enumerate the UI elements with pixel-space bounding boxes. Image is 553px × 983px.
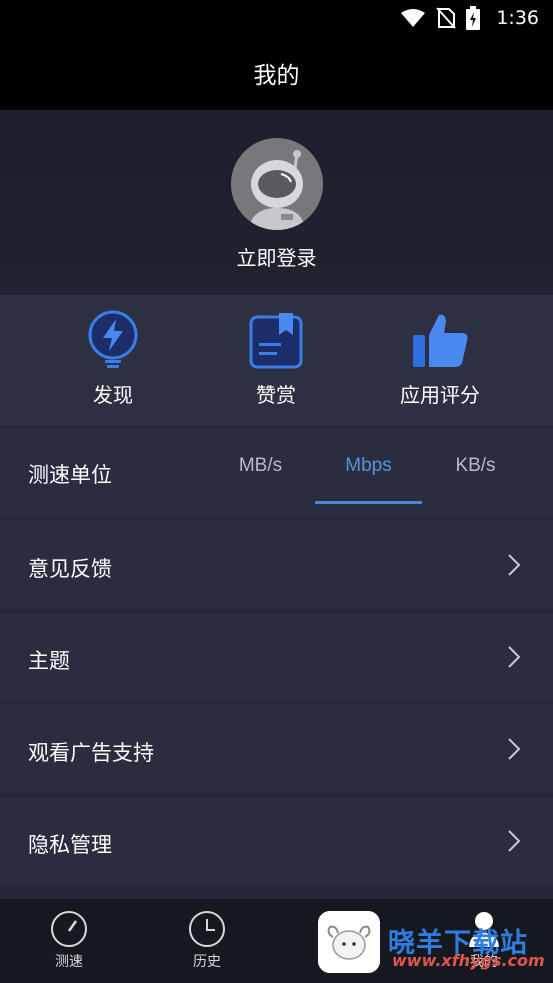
unit-option-kbs[interactable]: KB/s (422, 455, 529, 477)
unit-option-mbps[interactable]: Mbps (315, 455, 422, 477)
profile-section: 立即登录 (0, 110, 553, 295)
app-bar: 我的 (0, 36, 553, 110)
bookmark-book-icon (249, 313, 303, 369)
discover-button[interactable]: 发现 (33, 309, 193, 419)
status-bar: 1:36 (0, 0, 553, 36)
tab-history[interactable]: 历史 (147, 909, 267, 971)
lightning-bulb-icon (88, 310, 138, 368)
no-sim-icon (436, 7, 457, 29)
menu-item-feedback[interactable]: 意见反馈 (0, 521, 553, 609)
chevron-right-icon (508, 738, 521, 760)
discover-label: 发现 (93, 383, 133, 407)
battery-charging-icon (466, 6, 481, 30)
page-title: 我的 (253, 63, 300, 89)
menu-item-label: 意见反馈 (28, 557, 112, 581)
unit-selected-indicator (315, 501, 422, 504)
rate-app-label: 应用评分 (400, 383, 480, 407)
chevron-right-icon (508, 646, 521, 668)
clock-icon (189, 911, 225, 947)
status-time: 1:36 (496, 7, 539, 29)
menu-item-watch-ads[interactable]: 观看广告支持 (0, 705, 553, 793)
speed-unit-label: 测速单位 (28, 463, 112, 487)
speedometer-icon (51, 911, 87, 947)
quick-actions: 发现 赞赏 应用评分 (0, 295, 553, 425)
status-icons: 1:36 (400, 6, 539, 30)
chevron-right-icon (508, 830, 521, 852)
watermark-url: www.xfhygs.com (392, 951, 545, 970)
bottom-nav: 测速 历史 我的 晓羊下载站 www.xfhygs.com (0, 899, 553, 983)
menu-item-label: 隐私管理 (28, 833, 112, 857)
thumbs-up-icon (413, 314, 468, 367)
tab-label: 历史 (193, 954, 221, 970)
speed-unit-row: 测速单位 MB/s Mbps KB/s (0, 429, 553, 517)
tab-label: 测速 (55, 954, 83, 970)
reward-button[interactable]: 赞赏 (196, 309, 356, 419)
unit-option-mbs[interactable]: MB/s (207, 455, 314, 477)
tab-speed-test[interactable]: 测速 (9, 909, 129, 971)
astronaut-avatar-icon[interactable] (230, 138, 323, 230)
login-button[interactable]: 立即登录 (237, 242, 317, 271)
watermark-logo (318, 911, 380, 973)
chevron-right-icon (508, 554, 521, 576)
menu-item-label: 观看广告支持 (28, 741, 154, 765)
menu-item-theme[interactable]: 主题 (0, 613, 553, 701)
menu-item-privacy[interactable]: 隐私管理 (0, 797, 553, 885)
rate-app-button[interactable]: 应用评分 (360, 309, 520, 419)
wifi-icon (401, 9, 426, 27)
reward-label: 赞赏 (256, 383, 296, 407)
menu-item-label: 主题 (28, 649, 70, 673)
